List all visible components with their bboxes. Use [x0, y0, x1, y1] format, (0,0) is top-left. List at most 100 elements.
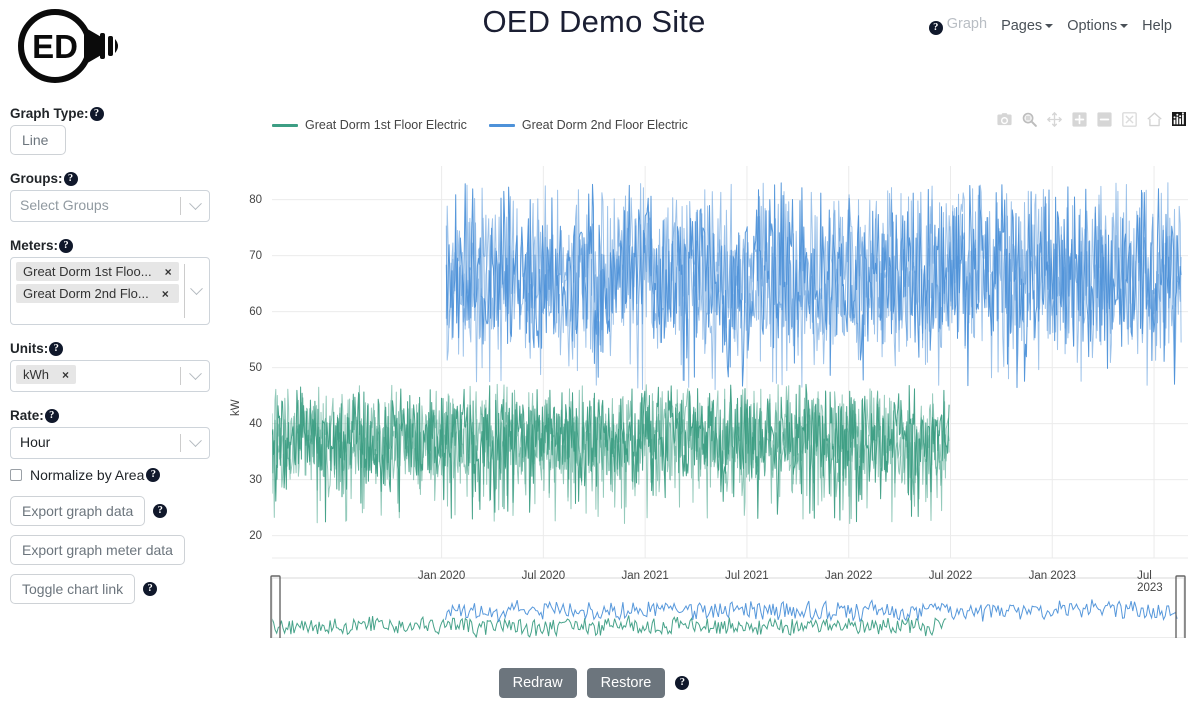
normalize-by-area-checkbox[interactable]	[10, 469, 22, 481]
chart-action-bar: Redraw Restore ?	[0, 668, 1188, 698]
nav-label-pages: Pages	[1001, 17, 1043, 34]
rate-select-body[interactable]: Hour	[11, 428, 180, 458]
help-circle-icon[interactable]: ?	[928, 21, 943, 35]
pan-move-icon[interactable]	[1045, 110, 1063, 128]
meters-dropdown-arrow[interactable]	[184, 258, 209, 324]
y-axis-tick: 60	[249, 305, 262, 318]
groups-label-text: Groups:	[10, 171, 63, 186]
units-select-body[interactable]: kWh ×	[11, 361, 180, 391]
legend-label: Great Dorm 2nd Floor Electric	[521, 118, 688, 132]
graph-type-label: Graph Type: ?	[10, 106, 210, 121]
plotly-logo-icon[interactable]	[1170, 110, 1188, 128]
units-dropdown-arrow[interactable]	[181, 361, 209, 391]
nav-label-options: Options	[1067, 17, 1118, 34]
zoom-out-icon[interactable]	[1095, 110, 1113, 128]
graph-panel: Great Dorm 1st Floor Electric Great Dorm…	[212, 100, 1188, 660]
export-graph-data-button[interactable]: Export graph data	[10, 496, 146, 526]
autoscale-icon[interactable]	[1120, 110, 1138, 128]
nav-item-options[interactable]: Options	[1067, 17, 1129, 34]
x-axis-tick: Jan 2020	[417, 570, 466, 582]
restore-button[interactable]: Restore	[586, 668, 666, 698]
groups-select[interactable]: Select Groups	[10, 190, 210, 222]
x-axis-tick: Jul 2023	[1137, 570, 1163, 594]
help-circle-icon[interactable]: ?	[89, 106, 104, 121]
meters-label: Meters: ?	[10, 238, 210, 253]
plot-canvas-wrapper[interactable]: kW 20 30 40 50 60 70 80 Jan 2020 Jul 2020 Jan 20…	[212, 158, 1188, 641]
rate-dropdown-arrow[interactable]	[181, 428, 209, 458]
x-axis-tick: Jan 2022	[825, 570, 873, 582]
y-axis-tick: 40	[249, 417, 262, 430]
y-axis-title: kW	[230, 399, 242, 416]
help-circle-icon[interactable]: ?	[675, 676, 690, 690]
meter-chip-label: Great Dorm 1st Floo...	[23, 264, 152, 279]
units-select[interactable]: kWh ×	[10, 360, 210, 392]
x-axis-tick: Jan 2023	[1028, 570, 1076, 582]
line-chart-svg[interactable]	[212, 158, 1188, 641]
redraw-button[interactable]: Redraw	[498, 668, 577, 698]
chevron-down-icon	[188, 433, 202, 447]
help-circle-icon[interactable]: ?	[44, 408, 59, 423]
x-axis-tick: Jan 2021	[621, 570, 669, 582]
zoom-magnifier-icon[interactable]	[1020, 110, 1038, 128]
legend-label: Great Dorm 1st Floor Electric	[305, 118, 467, 132]
nav-item-pages[interactable]: Pages	[1001, 17, 1054, 34]
page-root: ED OED Demo Site ? Graph Pages Options H…	[0, 0, 1188, 712]
legend-item-series1[interactable]: Great Dorm 1st Floor Electric	[272, 118, 467, 132]
nav-label-graph: Graph	[946, 16, 988, 32]
help-circle-icon[interactable]: ?	[143, 582, 158, 596]
chevron-down-icon	[1045, 23, 1054, 28]
y-axis-tick: 30	[249, 473, 262, 486]
remove-meter-icon[interactable]: ×	[162, 265, 175, 279]
rate-value: Hour	[20, 434, 51, 450]
help-circle-icon[interactable]: ?	[146, 468, 161, 482]
y-axis-tick: 70	[249, 249, 262, 262]
nav-item-graph[interactable]: ? Graph	[928, 16, 988, 35]
y-axis-tick: 50	[249, 361, 262, 374]
legend-swatch	[488, 123, 515, 127]
export-graph-meter-data-button[interactable]: Export graph meter data	[10, 535, 185, 565]
download-camera-icon[interactable]	[995, 110, 1013, 128]
rate-label-text: Rate:	[10, 408, 44, 423]
meters-select[interactable]: Great Dorm 1st Floo... × Great Dorm 2nd …	[10, 257, 210, 325]
normalize-by-area-row[interactable]: Normalize by Area ?	[10, 467, 210, 483]
unit-chip-label: kWh	[23, 367, 49, 382]
x-axis-tick: Jul 2022	[928, 570, 973, 582]
top-navbar: ? Graph Pages Options Help	[928, 16, 1172, 35]
meter-chip[interactable]: Great Dorm 1st Floo... ×	[16, 262, 179, 281]
plotly-modebar	[995, 110, 1188, 128]
remove-meter-icon[interactable]: ×	[159, 287, 172, 301]
graph-type-dropdown[interactable]: Line	[10, 125, 67, 155]
graph-type-label-text: Graph Type:	[10, 106, 89, 121]
rate-label: Rate: ?	[10, 408, 210, 423]
export-graph-data-row: Export graph data ?	[10, 496, 210, 526]
help-circle-icon[interactable]: ?	[49, 341, 64, 356]
nav-item-help[interactable]: Help	[1142, 18, 1172, 34]
reset-home-icon[interactable]	[1145, 110, 1163, 128]
groups-label: Groups: ?	[10, 171, 210, 186]
toggle-chart-link-row: Toggle chart link ?	[10, 574, 210, 604]
legend-item-series2[interactable]: Great Dorm 2nd Floor Electric	[488, 118, 688, 132]
meters-select-body[interactable]: Great Dorm 1st Floo... × Great Dorm 2nd …	[11, 258, 184, 324]
help-circle-icon[interactable]: ?	[153, 504, 168, 518]
meter-chip[interactable]: Great Dorm 2nd Flo... ×	[16, 284, 179, 303]
zoom-in-icon[interactable]	[1070, 110, 1088, 128]
chevron-down-icon	[188, 366, 202, 380]
graph-type-value: Line	[22, 132, 49, 148]
y-axis-tick: 80	[249, 193, 262, 206]
help-circle-icon[interactable]: ?	[63, 171, 78, 186]
chevron-down-icon	[188, 196, 202, 210]
rate-select[interactable]: Hour	[10, 427, 210, 459]
y-axis-tick: 20	[249, 529, 262, 542]
x-axis-tick: Jul 2020	[521, 570, 566, 582]
groups-dropdown-arrow[interactable]	[181, 191, 209, 221]
chart-legend: Great Dorm 1st Floor Electric Great Dorm…	[272, 118, 688, 132]
controls-sidebar: Graph Type: ? Line Groups: ? Select Grou…	[10, 106, 210, 604]
chevron-down-icon	[1120, 23, 1129, 28]
groups-select-body[interactable]: Select Groups	[11, 191, 180, 221]
help-circle-icon[interactable]: ?	[59, 238, 74, 253]
groups-placeholder: Select Groups	[20, 197, 109, 213]
meter-chip-label: Great Dorm 2nd Flo...	[23, 286, 149, 301]
remove-unit-icon[interactable]: ×	[59, 368, 72, 382]
toggle-chart-link-button[interactable]: Toggle chart link	[10, 574, 136, 604]
unit-chip[interactable]: kWh ×	[16, 365, 77, 384]
